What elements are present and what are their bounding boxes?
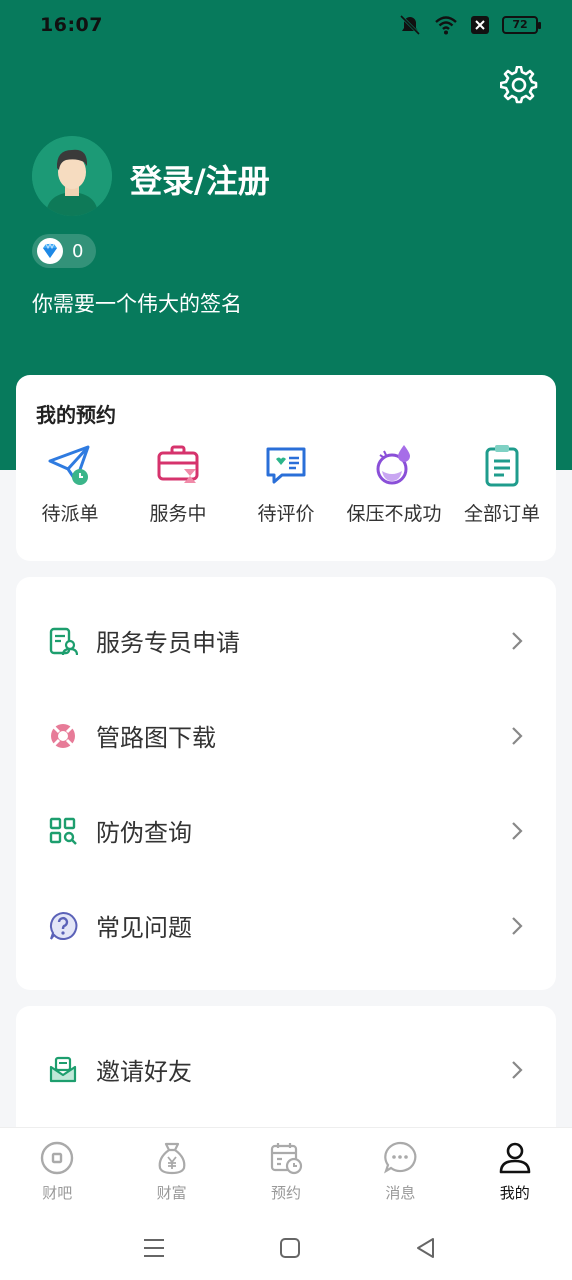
diamond-count: 0 <box>72 240 84 262</box>
tab-mine[interactable]: 我的 <box>458 1128 572 1217</box>
back-triangle-icon[interactable] <box>413 1235 439 1261</box>
services-menu-card: 服务专员申请 管路图下载 防伪查询 常见问题 <box>16 577 556 990</box>
circle-square-icon <box>40 1141 74 1175</box>
appointments-row: 待派单 服务中 待评价 保压不成功 全部订单 <box>16 441 556 526</box>
menu-lines-icon[interactable] <box>141 1235 167 1261</box>
status-icons: 72 <box>398 14 541 36</box>
bottom-tab-bar: 财吧 财富 预约 消息 我的 <box>0 1127 572 1217</box>
tab-label: 财富 <box>156 1184 187 1202</box>
my-appointments-card: 我的预约 待派单 服务中 待评价 保压不成功 全部订单 <box>16 375 556 561</box>
money-bag-icon <box>158 1142 185 1175</box>
home-square-icon[interactable] <box>277 1235 303 1261</box>
water-drop-flask-icon <box>376 445 410 485</box>
diamond-balance-badge[interactable]: 0 <box>32 234 96 268</box>
default-avatar-icon <box>32 136 112 216</box>
review-chat-icon <box>266 447 306 484</box>
menu-item-pipeline-download[interactable]: 管路图下载 <box>16 688 556 783</box>
appointment-label: 待派单 <box>41 503 99 525</box>
user-icon <box>499 1142 531 1174</box>
question-bubble-icon <box>50 911 78 940</box>
appointment-pressure-failed[interactable]: 保压不成功 <box>340 441 448 526</box>
calendar-clock-icon <box>270 1143 303 1175</box>
clipboard-list-icon <box>485 445 519 487</box>
status-bar: 16:07 72 <box>0 0 572 52</box>
menu-item-faq[interactable]: 常见问题 <box>16 878 556 973</box>
gear-icon <box>499 65 538 104</box>
document-person-icon <box>49 627 78 655</box>
status-time: 16:07 <box>40 14 103 36</box>
avatar[interactable] <box>32 136 112 216</box>
tab-caiba[interactable]: 财吧 <box>0 1128 114 1217</box>
appointment-label: 待评价 <box>257 503 315 525</box>
sim-blocked-icon <box>471 16 489 34</box>
chevron-right-icon <box>512 726 523 745</box>
battery-icon: 72 <box>502 16 541 34</box>
chevron-right-icon <box>512 631 523 650</box>
mail-invite-icon <box>49 1056 77 1082</box>
system-navigation-bar <box>0 1217 572 1280</box>
appointment-label: 服务中 <box>149 503 207 525</box>
chat-bubble-icon <box>384 1141 417 1174</box>
appointment-pending-review[interactable]: 待评价 <box>232 441 340 526</box>
menu-item-label: 服务专员申请 <box>96 629 240 657</box>
login-register-link[interactable]: 登录/注册 <box>130 156 270 202</box>
menu-item-service-specialist[interactable]: 服务专员申请 <box>16 593 556 688</box>
settings-button[interactable] <box>499 65 538 104</box>
appointment-all-orders[interactable]: 全部订单 <box>448 441 556 526</box>
diamond-icon <box>37 238 63 264</box>
menu-item-invite-friends[interactable]: 邀请好友 <box>16 1022 556 1117</box>
tab-appointment[interactable]: 预约 <box>229 1128 343 1217</box>
mute-icon <box>399 14 421 36</box>
appointments-title: 我的预约 <box>36 403 116 427</box>
menu-item-label: 常见问题 <box>96 914 192 942</box>
chevron-right-icon <box>512 916 523 935</box>
chevron-right-icon <box>512 821 523 840</box>
menu-item-label: 邀请好友 <box>96 1058 192 1086</box>
paper-plane-clock-icon <box>48 445 90 485</box>
menu-item-label: 管路图下载 <box>96 724 216 752</box>
wifi-icon <box>435 16 457 35</box>
qr-scan-icon <box>49 817 77 845</box>
tab-label: 预约 <box>270 1184 301 1202</box>
menu-item-anti-counterfeit[interactable]: 防伪查询 <box>16 783 556 878</box>
tab-label: 财吧 <box>42 1184 73 1202</box>
lifebuoy-icon <box>51 723 75 748</box>
tab-wealth[interactable]: 财富 <box>114 1128 228 1217</box>
signature-text: 你需要一个伟大的签名 <box>32 292 242 316</box>
briefcase-hourglass-icon <box>157 445 199 483</box>
tab-label: 消息 <box>385 1184 416 1202</box>
tab-messages[interactable]: 消息 <box>343 1128 457 1217</box>
appointment-in-service[interactable]: 服务中 <box>124 441 232 526</box>
appointment-label: 全部订单 <box>463 503 540 525</box>
chevron-right-icon <box>512 1060 523 1079</box>
tab-label: 我的 <box>499 1184 530 1202</box>
appointment-pending-dispatch[interactable]: 待派单 <box>16 441 124 526</box>
appointment-label: 保压不成功 <box>346 503 442 525</box>
menu-item-label: 防伪查询 <box>96 819 192 847</box>
